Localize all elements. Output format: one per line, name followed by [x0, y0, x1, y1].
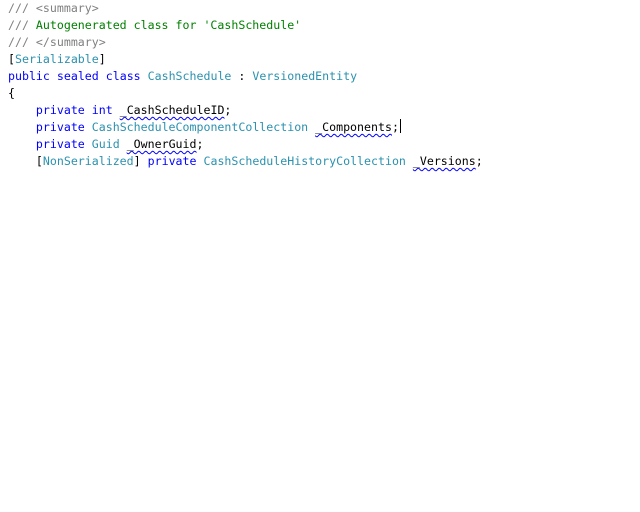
code-token: ; [224, 103, 232, 117]
type-token: CashSchedule [147, 69, 232, 83]
type-token: CashScheduleComponentCollection [91, 120, 309, 134]
comment-token: /// [8, 1, 36, 15]
type-token: VersionedEntity [252, 69, 358, 83]
code-token: [ [8, 52, 15, 66]
type-token: Serializable [14, 52, 99, 66]
code-line: public sealed class CashSchedule : Versi… [8, 68, 357, 85]
code-token: [ [35, 154, 43, 168]
code-line: private Guid _OwnerGuid; [8, 136, 204, 153]
code-token: ; [475, 154, 483, 168]
keyword-token: private [35, 103, 85, 117]
identifier-token: _Components [315, 120, 392, 134]
code-token: { [8, 86, 15, 100]
code-editor[interactable]: /// <summary> /// Autogenerated class fo… [0, 0, 640, 512]
code-line: private CashScheduleComponentCollection … [8, 119, 401, 136]
comment-token: /// [8, 35, 36, 49]
code-line: /// Autogenerated class for 'CashSchedul… [8, 17, 301, 34]
code-line: /// <summary> [8, 0, 99, 17]
code-token: : [231, 69, 253, 83]
code-token: ] [133, 154, 148, 168]
keyword-token: private [147, 154, 197, 168]
keyword-token: class [105, 69, 141, 83]
text-caret [399, 119, 401, 133]
code-token: ] [98, 52, 106, 66]
identifier-token: _CashScheduleID [119, 103, 225, 117]
comment-text-token: Autogenerated class for 'CashSchedule' [35, 18, 302, 32]
code-line: /// </summary> [8, 34, 106, 51]
keyword-token: private [35, 120, 85, 134]
code-token: ; [196, 137, 204, 151]
keyword-token: sealed [56, 69, 99, 83]
comment-token: /// [8, 18, 36, 32]
code-line: [NonSerialized] private CashScheduleHist… [8, 153, 483, 170]
code-line: private int _CashScheduleID; [8, 102, 231, 119]
code-line: { [8, 85, 15, 102]
keyword-token: int [91, 103, 113, 117]
keyword-token: public [8, 69, 50, 83]
identifier-token: _Versions [412, 154, 476, 168]
comment-token: </summary> [35, 35, 106, 49]
comment-token: <summary> [35, 1, 99, 15]
type-token: Guid [91, 137, 120, 151]
type-token: NonSerialized [42, 154, 134, 168]
keyword-token: private [35, 137, 85, 151]
code-token: ; [391, 120, 399, 134]
identifier-token: _OwnerGuid [126, 137, 197, 151]
code-line: [Serializable] [8, 51, 106, 68]
type-token: CashScheduleHistoryCollection [203, 154, 406, 168]
